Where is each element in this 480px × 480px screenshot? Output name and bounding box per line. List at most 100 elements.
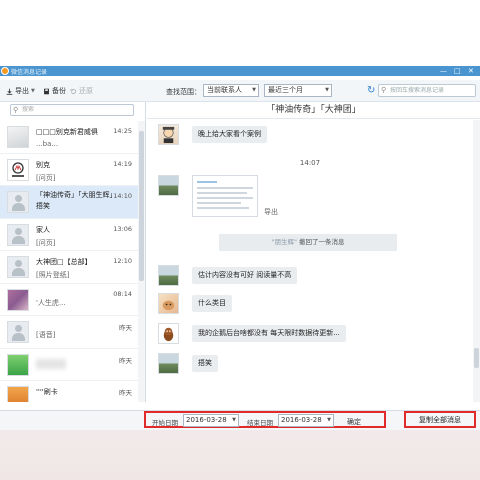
minimize-button[interactable]: — (440, 66, 447, 76)
conversation-name: ''''刷卡 (36, 388, 58, 396)
avatar (7, 353, 29, 376)
chevron-down-icon: ▼ (31, 88, 35, 94)
message-bubble[interactable]: 晚上给大家看个案例 (192, 126, 267, 143)
avatar (158, 175, 179, 196)
scrollbar-thumb[interactable] (139, 131, 144, 281)
conversation-item[interactable]: '人生虎... 08:14 (0, 284, 138, 316)
chevron-down-icon: ▼ (232, 417, 236, 423)
restore-label: 还原 (79, 87, 93, 95)
conversation-item[interactable]: ''''刷卡 昨天 (0, 381, 138, 402)
squirrel-avatar-icon (163, 327, 174, 342)
conversation-preview: [问页] (36, 173, 56, 182)
conversation-name: 家人 (36, 225, 50, 234)
contact-search-placeholder: 搜索 (22, 106, 35, 113)
scope-select[interactable]: 当前联系人 ▼ (203, 84, 259, 97)
avatar (7, 158, 29, 181)
chevron-down-icon: ▼ (252, 87, 256, 93)
avatar (158, 265, 179, 286)
conversation-list: □□□别克新君威俱 ...ba... 14:25 别克 [问页] 14:19 「… (0, 121, 138, 402)
chevron-down-icon: ▼ (327, 417, 331, 423)
start-date-label: 开始日期 (152, 419, 178, 427)
conversation-sidebar: ⚲ 搜索 □□□别克新君威俱 ...ba... 14:25 别克 [问页] 14… (0, 102, 146, 402)
message-bubble[interactable]: 估计内容没有可好 阅读量不高 (192, 267, 298, 284)
conversation-item[interactable]: 「神油传奇」「大朋生辉」捂笑 14:10 (0, 186, 138, 219)
export-label: 导出 (15, 87, 29, 95)
avatar (7, 191, 29, 213)
search-icon: ⚲ (381, 86, 387, 94)
conversation-time: 14:10 (113, 192, 132, 200)
backup-label: 备份 (52, 87, 66, 95)
avatar (7, 256, 29, 278)
conversation-time: 12:10 (113, 257, 132, 265)
blurred-name (36, 358, 66, 369)
conversation-time: 昨天 (119, 356, 132, 365)
chat-panel: 「神油传奇」「大神团」 晚上给大家看个案例 14:07 导出 "朋生辉" 撤回了… (147, 102, 480, 402)
scope-label: 查找范围： (166, 88, 201, 96)
window-title: 微信消息记录 (11, 69, 48, 76)
copy-all-messages-button[interactable]: 复制全部消息 (406, 414, 474, 426)
scrollbar-thumb[interactable] (474, 348, 479, 368)
avatar (158, 124, 179, 145)
start-date-picker[interactable]: 2016-03-28 ▼ (183, 414, 239, 427)
message-search-placeholder: 按回车搜索消息记录 (390, 87, 445, 94)
search-icon: ⚲ (13, 106, 19, 114)
conversation-item[interactable]: 别克 [问页] 14:19 (0, 154, 138, 186)
conversation-time: 14:25 (113, 127, 132, 135)
image-message[interactable] (192, 175, 258, 217)
restore-icon (70, 88, 76, 94)
conversation-time: 08:14 (113, 289, 132, 298)
notice-actor: "朋生辉" (271, 238, 297, 246)
backup-button[interactable]: 备份 (43, 86, 66, 96)
message-search-input[interactable]: ⚲ 按回车搜索消息记录 (378, 84, 476, 97)
refresh-icon[interactable]: ↻ (367, 85, 375, 96)
end-date-picker[interactable]: 2016-03-28 ▼ (278, 414, 334, 427)
app-logo-icon (1, 67, 9, 75)
conversation-name: 「神油传奇」「大朋生辉」捂笑 (36, 191, 113, 210)
end-date-value: 2016-03-28 (281, 416, 322, 424)
avatar (7, 126, 29, 148)
conversation-item[interactable]: [语音] 昨天 (0, 316, 138, 349)
image-export-link[interactable]: 导出 (264, 207, 278, 217)
conversation-preview: ...ba... (36, 140, 59, 148)
maximize-button[interactable]: □ (454, 66, 461, 76)
export-icon (6, 88, 13, 95)
conversation-preview: [语音] (36, 331, 56, 339)
conversation-time: 13:06 (113, 224, 132, 233)
message-bubble[interactable]: 我的企鹅后台啥都没有 每天限时数据待更新... (192, 325, 346, 342)
conversation-item[interactable]: 大神团□【总部】 [照片登纸] 12:10 (0, 251, 138, 284)
time-range-value: 最近三个月 (268, 86, 303, 94)
message-bubble[interactable]: 捂笑 (192, 355, 218, 372)
avatar (7, 288, 29, 311)
restore-button[interactable]: 还原 (70, 86, 93, 96)
conversation-item[interactable]: 家人 [问页] 13:06 (0, 219, 138, 251)
conversation-time: 昨天 (119, 324, 132, 332)
avatar (158, 353, 179, 374)
chevron-down-icon: ▼ (325, 87, 329, 93)
export-button[interactable]: 导出 ▼ (6, 86, 35, 96)
chat-title: 「神油传奇」「大神团」 (147, 102, 480, 119)
date-filter-bar: 开始日期 2016-03-28 ▼ 结束日期 2016-03-28 ▼ 确定 复… (0, 410, 480, 430)
end-date-label: 结束日期 (247, 419, 273, 427)
toolbar: 导出 ▼ 备份 还原 查找范围： 当前联系人 ▼ 最近三个月 ▼ ↻ ⚲ 按回车… (0, 80, 480, 102)
conversation-item[interactable]: 昨天 (0, 349, 138, 381)
sidebar-scrollbar[interactable] (138, 121, 145, 402)
conversation-name: 大神团□【总部】 (36, 258, 92, 266)
message-list: 晚上给大家看个案例 14:07 导出 "朋生辉" 撤回了一条消息 估计内容没有可… (147, 120, 473, 378)
backup-icon (44, 88, 49, 94)
conversation-preview: '人生虎... (36, 298, 66, 307)
notice-text: 撤回了一条消息 (296, 238, 345, 246)
conversation-item[interactable]: □□□别克新君威俱 ...ba... 14:25 (0, 121, 138, 154)
time-range-select[interactable]: 最近三个月 ▼ (264, 84, 332, 97)
close-button[interactable]: ✕ (468, 66, 474, 76)
message-bubble[interactable]: 什么类目 (192, 295, 232, 312)
avatar (7, 223, 29, 246)
avatar (7, 321, 29, 343)
confirm-button[interactable]: 确定 (347, 417, 361, 427)
buick-logo-icon (12, 161, 24, 177)
conversation-time: 14:19 (113, 159, 132, 168)
chat-scrollbar[interactable] (473, 120, 480, 402)
avatar (158, 323, 179, 344)
conversation-name: 别克 (36, 160, 50, 169)
contact-search-input[interactable]: ⚲ 搜索 (10, 104, 134, 116)
title-bar: 微信消息记录 — □ ✕ (0, 66, 480, 76)
